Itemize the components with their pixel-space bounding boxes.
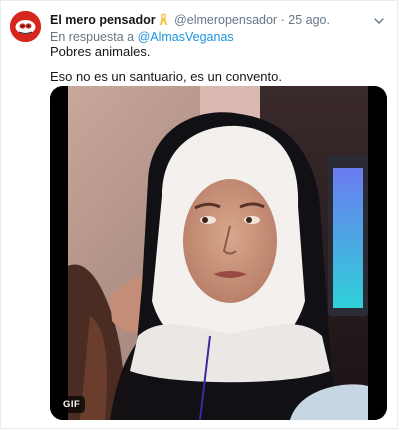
separator-dot: ·: [280, 13, 285, 27]
tweet-text-line: Eso no es un santuario, es un convento.: [50, 69, 282, 84]
tweet-header: El mero pensador @elmeropensador · 25 ag…: [50, 11, 387, 29]
author-name[interactable]: El mero pensador: [50, 13, 156, 27]
tweet-timestamp[interactable]: 25 ago.: [288, 13, 330, 27]
gif-frame-image: [50, 86, 387, 420]
gif-media[interactable]: GIF: [50, 86, 387, 420]
gif-badge: GIF: [58, 396, 86, 413]
reply-context: En respuesta a @AlmasVeganas: [50, 29, 234, 45]
tweet-card[interactable]: El mero pensador @elmeropensador · 25 ag…: [0, 0, 398, 429]
reply-prefix: En respuesta a: [50, 30, 135, 44]
avatar[interactable]: [10, 11, 41, 42]
tweet-text-line: Pobres animales.: [50, 44, 151, 59]
chevron-down-icon[interactable]: [373, 14, 385, 26]
avatar-logo-icon: [10, 11, 41, 42]
reply-mention-link[interactable]: @AlmasVeganas: [138, 30, 234, 44]
author-handle[interactable]: @elmeropensador: [174, 13, 277, 27]
